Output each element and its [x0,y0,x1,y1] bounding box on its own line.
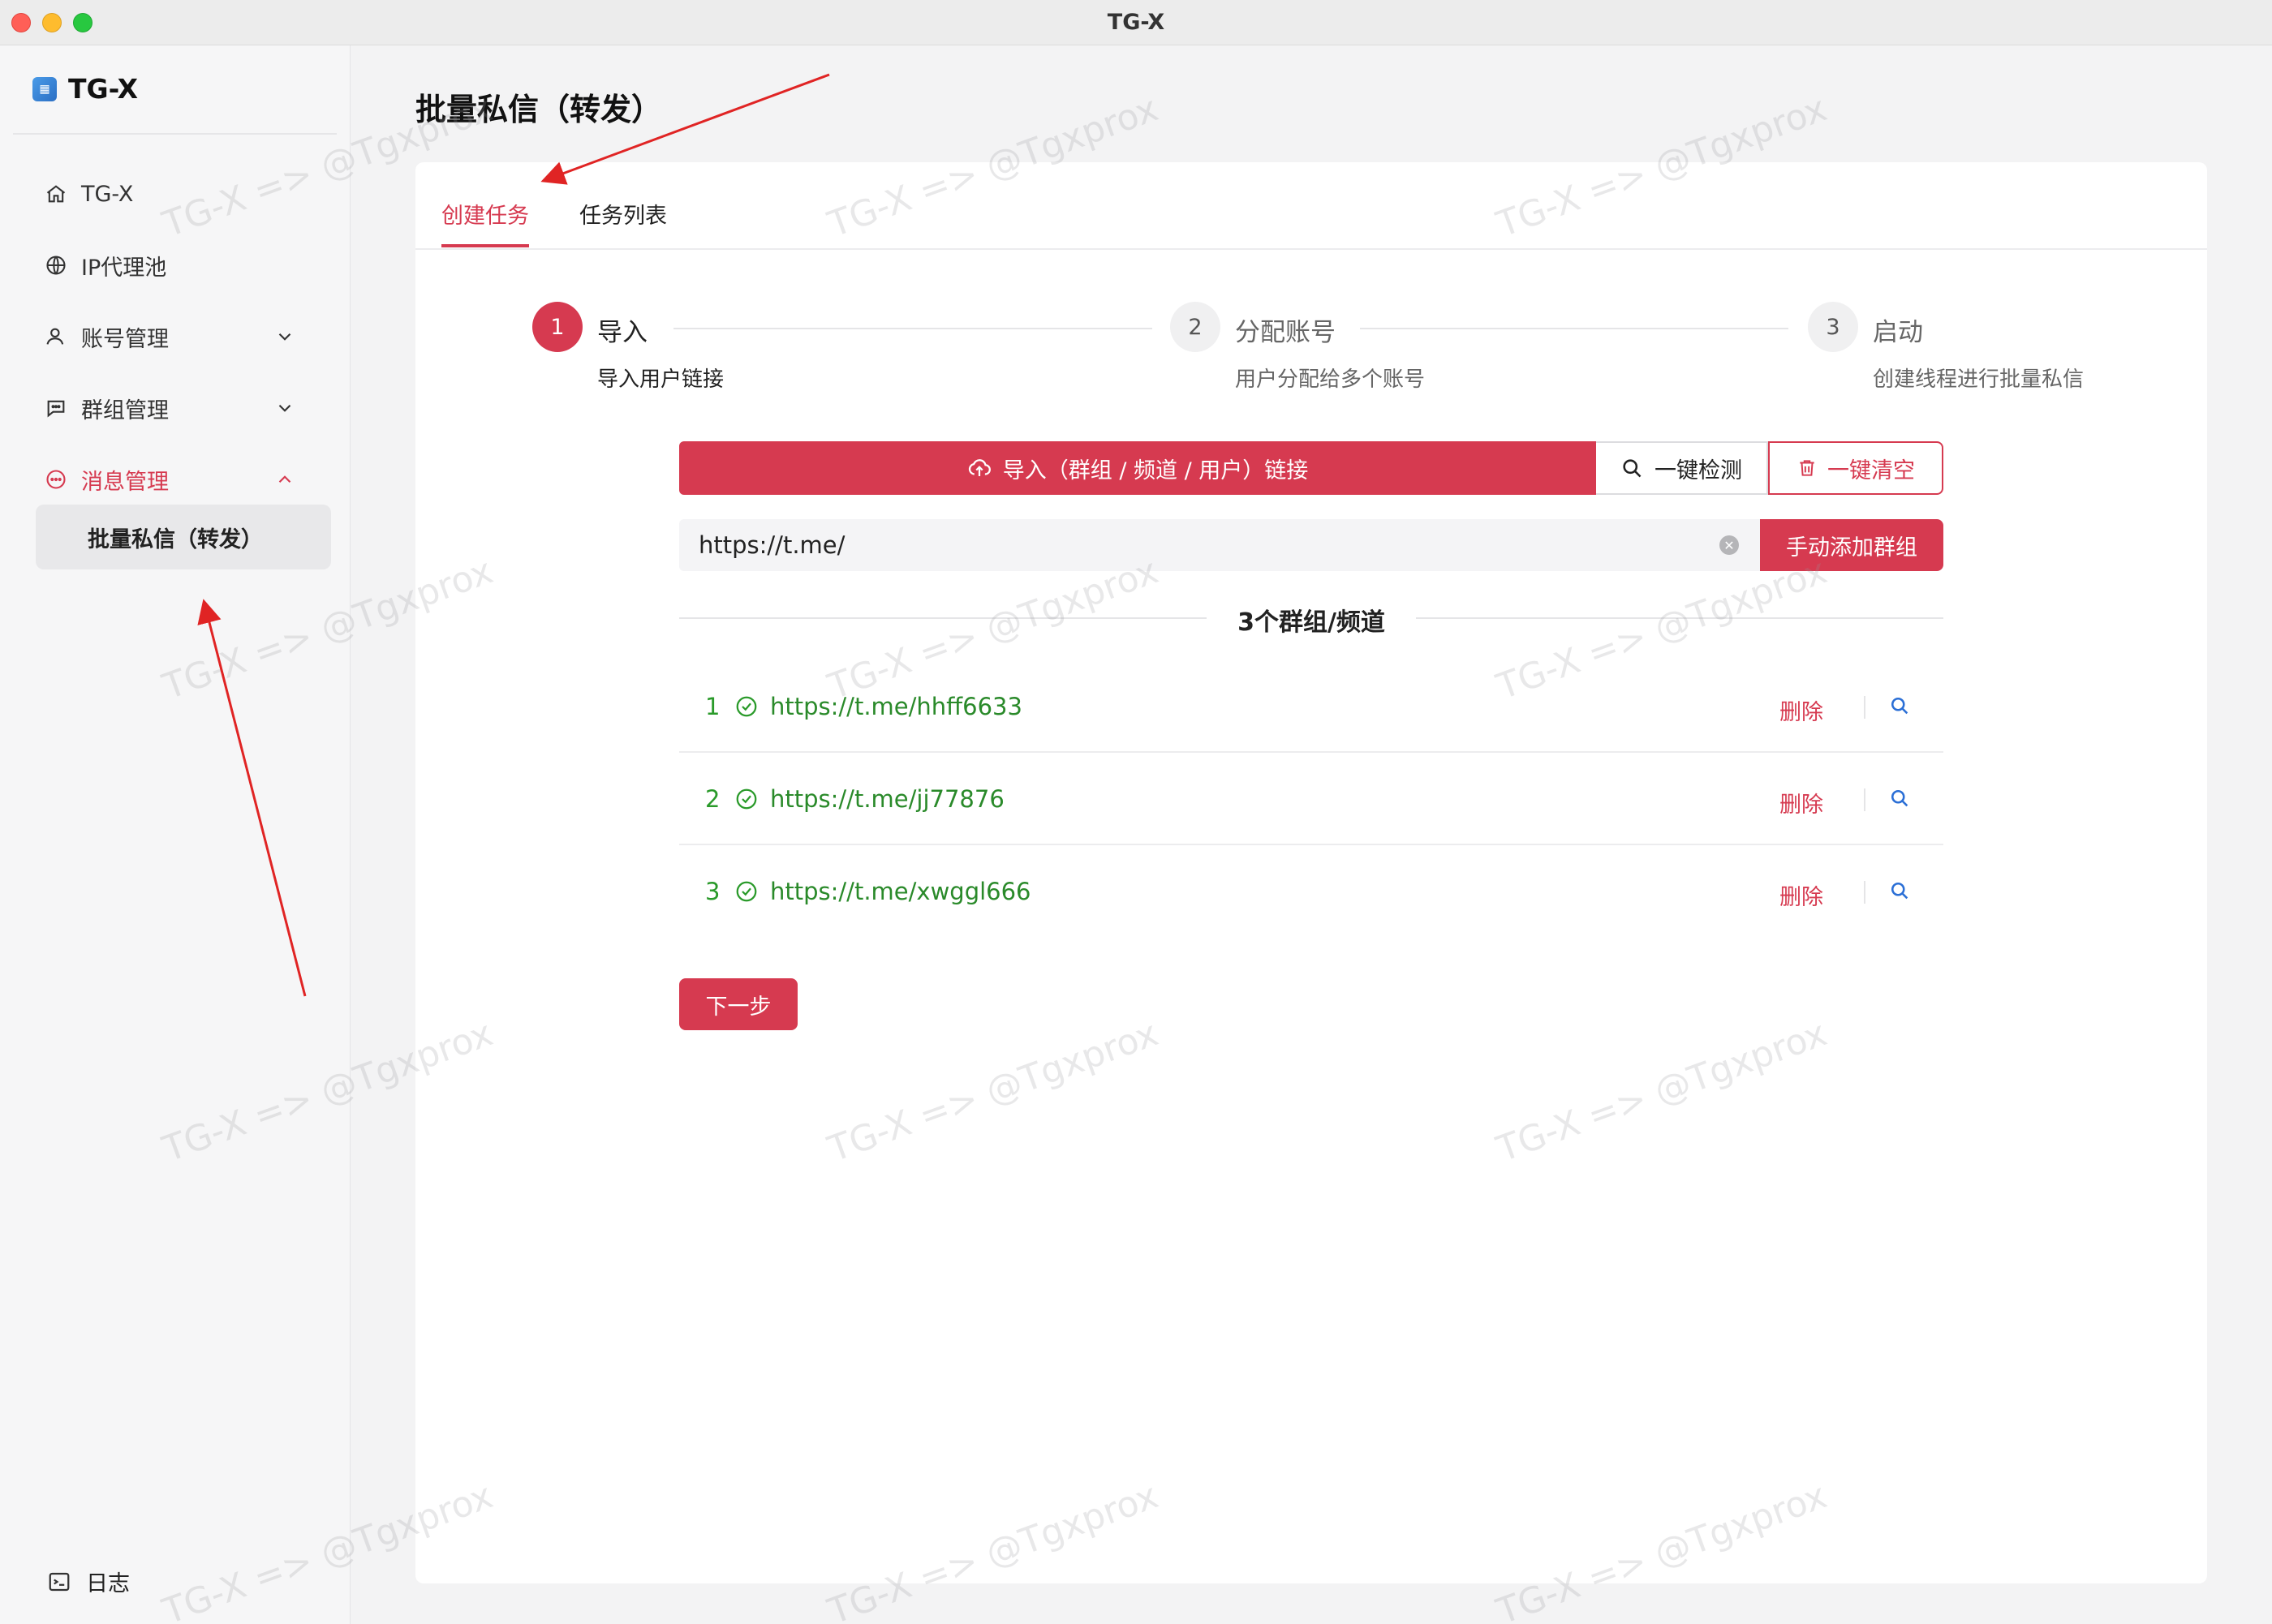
list-divider: 3个群组/频道 [679,600,1943,637]
link-input-row: ✕ 手动添加群组 [679,519,1943,571]
sidebar-item-label: 群组管理 [81,397,169,423]
search-icon[interactable] [1888,879,1911,902]
clear-all-button[interactable]: 一键清空 [1768,441,1943,495]
step-title: 启动 [1873,318,1923,347]
window-titlebar: TG-X [0,0,2272,45]
list-item: 1 https://t.me/hhff6633 删除 [679,660,1943,753]
step-2: 2 分配账号 用户分配给多个账号 [1170,302,1425,393]
main-card: 创建任务 任务列表 1 导入 导入用户链接 2 分配账号 用户分配给多个账号 3… [415,162,2207,1583]
clear-input-icon[interactable]: ✕ [1719,535,1739,555]
link-input[interactable] [679,519,1760,571]
app-logo-icon: ▦ [32,76,57,101]
step-3: 3 启动 创建线程进行批量私信 [1808,302,2084,393]
chevron-up-icon [278,475,291,483]
step-desc: 导入用户链接 [597,367,725,392]
add-group-button[interactable]: 手动添加群组 [1760,519,1943,571]
check-circle-icon [736,788,757,810]
sidebar-item-label: 消息管理 [81,469,169,495]
chat-group-icon [44,396,68,420]
message-icon [44,467,68,492]
sidebar: ▦ TG-X TG-X IP代理池 账号管理 群组管理 消息管理 批量私信（转发… [0,45,351,1624]
list-count: 3个群组/频道 [1237,608,1385,637]
sidebar-item-log[interactable]: 日志 [47,1566,130,1597]
list-item: 2 https://t.me/jj77876 删除 [679,753,1943,845]
step-desc: 用户分配给多个账号 [1235,367,1426,392]
import-links-label: 导入（群组 / 频道 / 用户）链接 [1002,458,1309,483]
sidebar-item-accounts[interactable]: 账号管理 [44,316,320,357]
sidebar-item-label: 日志 [86,1571,130,1596]
item-index: 2 [705,785,721,813]
brand-name: TG-X [68,73,139,105]
item-url[interactable]: https://t.me/xwggl666 [770,878,1031,905]
item-url[interactable]: https://t.me/hhff6633 [770,693,1022,720]
sidebar-item-messages[interactable]: 消息管理 [44,459,320,500]
step-title: 导入 [597,318,648,347]
chevron-down-icon [278,404,291,412]
delete-button[interactable]: 删除 [1779,694,1823,726]
step-connector [1360,328,1788,329]
list-item: 3 https://t.me/xwggl666 删除 [679,845,1943,938]
sidebar-subitem-bulk-dm[interactable]: 批量私信（转发） [36,505,331,569]
page-title: 批量私信（转发） [415,92,663,127]
clear-all-label: 一键清空 [1827,458,1915,483]
sidebar-item-ip-pool[interactable]: IP代理池 [44,245,320,286]
sidebar-divider [13,133,337,135]
item-index: 1 [705,693,721,720]
action-button-group: 导入（群组 / 频道 / 用户）链接 一键检测 一键清空 [679,441,1943,495]
window-title: TG-X [1107,10,1165,35]
cloud-upload-icon [968,459,991,476]
check-all-button[interactable]: 一键检测 [1596,441,1768,495]
next-step-button[interactable]: 下一步 [679,978,798,1030]
check-all-label: 一键检测 [1655,458,1742,483]
globe-icon [44,253,68,277]
terminal-icon [49,1572,70,1591]
step-connector [673,328,1152,329]
tab-task-list[interactable]: 任务列表 [579,198,667,244]
brand: ▦ TG-X [32,73,138,105]
tab-bar: 创建任务 任务列表 [415,162,2207,250]
chevron-down-icon [278,333,291,341]
search-icon[interactable] [1888,787,1911,810]
step-number: 3 [1808,302,1858,352]
sidebar-item-label: TG-X [81,181,134,207]
check-circle-icon [736,696,757,717]
sidebar-item-label: IP代理池 [81,255,167,281]
item-index: 3 [705,878,721,905]
user-icon [44,324,68,349]
sidebar-item-label: 账号管理 [81,326,169,352]
delete-button[interactable]: 删除 [1779,879,1823,911]
search-icon[interactable] [1888,694,1911,717]
step-number: 1 [532,302,583,352]
search-icon [1623,459,1642,478]
delete-button[interactable]: 删除 [1779,787,1823,818]
tab-create-task[interactable]: 创建任务 [441,198,529,247]
link-list: 1 https://t.me/hhff6633 删除 2 https://t.m… [679,660,1943,938]
step-title: 分配账号 [1235,318,1336,347]
item-url[interactable]: https://t.me/jj77876 [770,785,1005,813]
sidebar-item-home[interactable]: TG-X [44,174,320,214]
check-circle-icon [736,881,757,902]
step-number: 2 [1170,302,1220,352]
trash-icon [1800,460,1814,476]
step-1: 1 导入 导入用户链接 [532,302,724,393]
step-desc: 创建线程进行批量私信 [1873,367,2085,392]
import-links-button[interactable]: 导入（群组 / 频道 / 用户）链接 [679,441,1596,495]
home-icon [44,182,68,206]
sidebar-item-groups[interactable]: 群组管理 [44,388,320,428]
